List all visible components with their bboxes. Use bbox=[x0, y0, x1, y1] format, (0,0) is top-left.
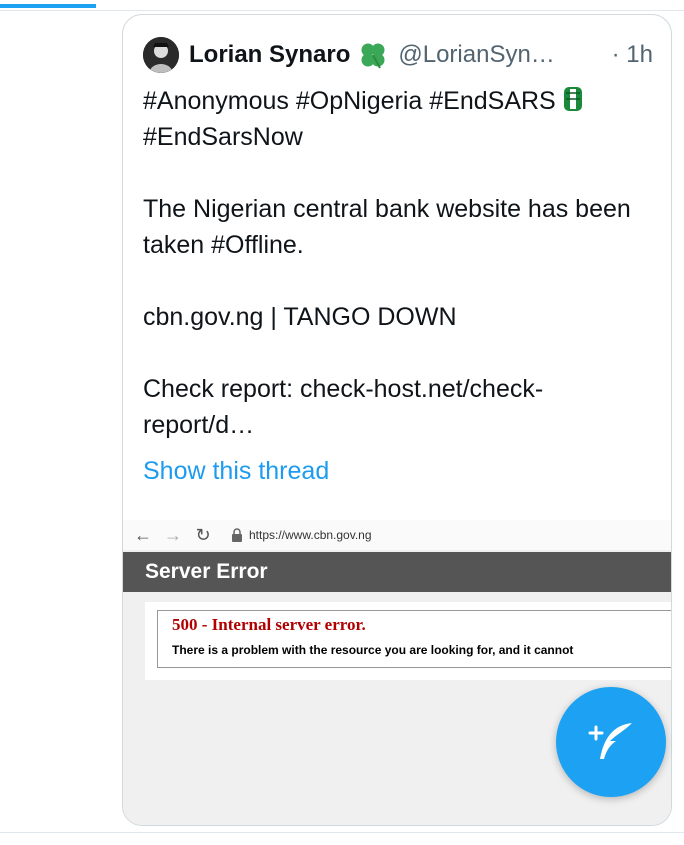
lock-icon bbox=[232, 528, 242, 542]
tweet-paragraph-4: Check report: check-host.net/check-repor… bbox=[143, 375, 544, 439]
server-error-banner: Server Error bbox=[123, 552, 671, 592]
tweet-header: Lorian Synaro @LorianSyn… · 1h bbox=[143, 37, 653, 73]
display-name[interactable]: Lorian Synaro bbox=[189, 41, 350, 69]
tweet-paragraph-3: cbn.gov.ng | TANGO DOWN bbox=[143, 303, 457, 331]
address-bar-url: https://www.cbn.gov.ng bbox=[249, 528, 372, 542]
error-message: There is a problem with the resource you… bbox=[172, 643, 574, 657]
reload-icon: ↻ bbox=[195, 524, 211, 545]
tab-divider bbox=[0, 10, 684, 11]
user-handle[interactable]: @LorianSyn… bbox=[398, 41, 554, 69]
tweet-paragraph-2: The Nigerian central bank website has be… bbox=[143, 195, 631, 259]
back-arrow-icon: ← bbox=[134, 524, 152, 545]
tweet-timestamp[interactable]: · 1h bbox=[612, 41, 653, 69]
browser-toolbar: ← → ↻ https://www.cbn.gov.ng bbox=[123, 520, 671, 550]
error-box: 500 - Internal server error. There is a … bbox=[157, 610, 671, 668]
hashtag-line-1[interactable]: #Anonymous #OpNigeria #EndSARS bbox=[143, 87, 556, 115]
bottom-divider bbox=[0, 832, 684, 833]
server-error-title: Server Error bbox=[145, 560, 268, 583]
tab-bar bbox=[0, 0, 684, 11]
compose-feather-icon bbox=[588, 723, 632, 759]
error-panel: 500 - Internal server error. There is a … bbox=[145, 602, 671, 680]
avatar[interactable] bbox=[143, 37, 179, 73]
error-code: 500 - Internal server error. bbox=[172, 615, 366, 634]
active-tab-indicator bbox=[0, 4, 96, 8]
hashtag-line-2[interactable]: #EndSarsNow bbox=[143, 123, 303, 151]
tweet-hashtags: #Anonymous #OpNigeria #EndSARS #EndSarsNo… bbox=[143, 83, 653, 155]
forward-arrow-icon: → bbox=[164, 524, 182, 545]
four-leaf-clover-icon bbox=[361, 43, 385, 69]
raised-fist-icon bbox=[563, 87, 582, 111]
tweet-text: #Anonymous #OpNigeria #EndSARS #EndSarsNo… bbox=[143, 83, 653, 443]
show-thread-link[interactable]: Show this thread bbox=[143, 453, 329, 489]
compose-tweet-button[interactable] bbox=[556, 687, 666, 797]
